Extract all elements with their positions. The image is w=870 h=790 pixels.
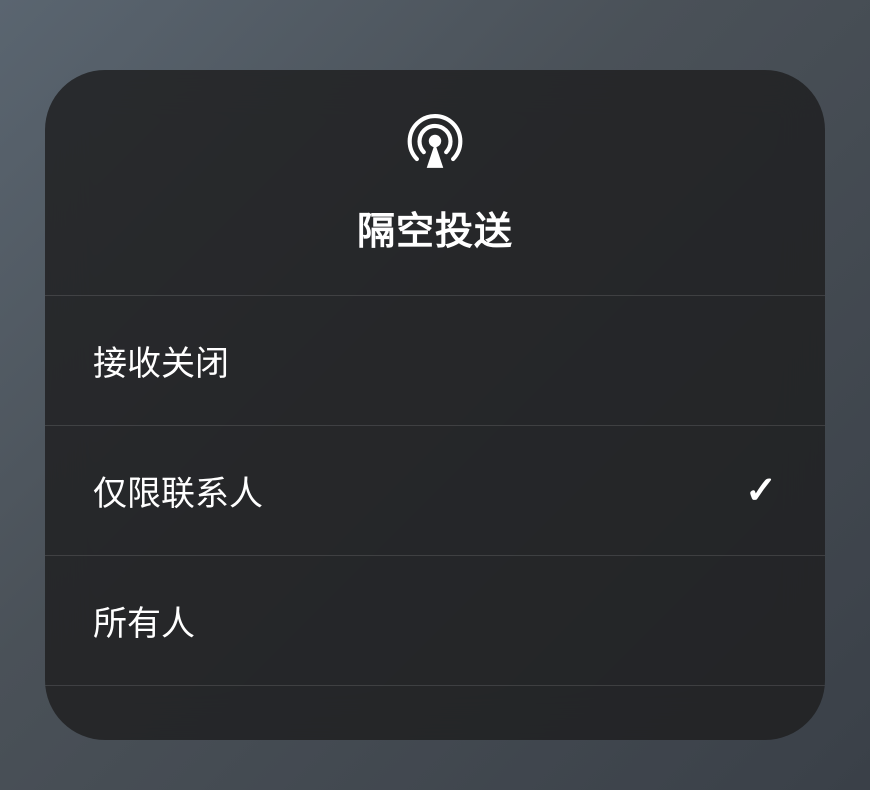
option-label: 仅限联系人 <box>93 466 263 515</box>
airdrop-icon <box>404 110 466 172</box>
option-contacts-only[interactable]: 仅限联系人 ✓ <box>45 426 825 556</box>
option-label: 接收关闭 <box>93 336 229 385</box>
option-label: 所有人 <box>93 596 195 645</box>
panel-header: 隔空投送 <box>45 70 825 296</box>
option-everyone[interactable]: 所有人 ✓ <box>45 556 825 686</box>
option-receiving-off[interactable]: 接收关闭 ✓ <box>45 296 825 426</box>
airdrop-settings-panel: 隔空投送 接收关闭 ✓ 仅限联系人 ✓ 所有人 ✓ <box>45 70 825 740</box>
panel-title: 隔空投送 <box>357 200 513 255</box>
checkmark-icon: ✓ <box>745 468 777 513</box>
